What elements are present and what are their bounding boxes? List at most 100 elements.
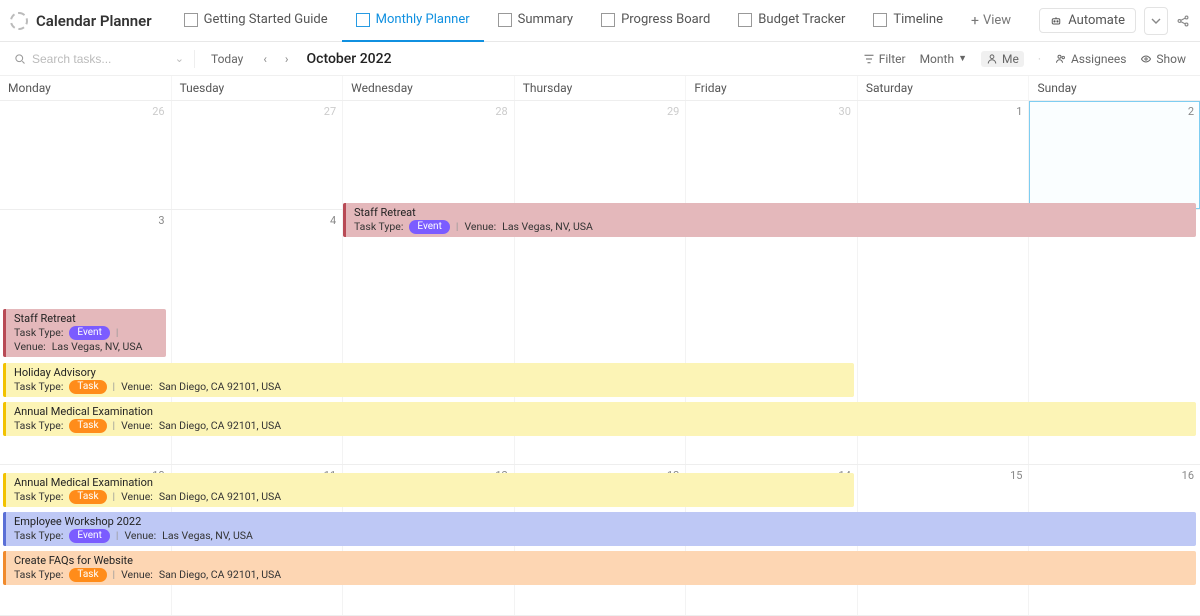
prev-month-button[interactable]: ‹ [259,52,271,66]
event-staff-retreat-cont[interactable]: Staff Retreat Task Type: Event | Venue: … [3,309,166,357]
type-badge: Task [69,490,106,505]
page-title: Calendar Planner [36,12,152,30]
event-annual-medical[interactable]: Annual Medical Examination Task Type: Ta… [3,402,1196,436]
venue-value: San Diego, CA 92101, USA [159,419,281,432]
day-cell-today[interactable]: 2 [1029,101,1200,209]
venue-label: Venue: [124,529,156,542]
topbar-right: Automate [1039,7,1190,35]
type-label: Task Type: [14,568,63,581]
tab-label: Budget Tracker [758,12,845,27]
day-cell[interactable]: 27 [172,101,344,209]
week-row: 26 27 28 29 30 1 2 [0,101,1200,210]
type-label: Task Type: [14,529,63,542]
range-selector[interactable]: Month ▼ [920,52,967,66]
separator: | [113,419,116,432]
board-icon [601,13,615,27]
toolbar-right: Filter Month ▼ Me · Assignees Show [863,51,1186,67]
dayname-mon: Monday [0,76,172,100]
topbar-more-button[interactable] [1144,7,1168,35]
toolbar: ⌄ Today ‹ › October 2022 Filter Month ▼ … [0,42,1200,76]
filter-button[interactable]: Filter [863,52,906,66]
tab-summary[interactable]: Summary [484,0,587,42]
eye-icon [1140,53,1152,65]
search-input[interactable] [32,52,132,66]
timeline-icon [873,13,887,27]
venue-label: Venue: [121,568,153,581]
day-number: 26 [152,105,164,118]
event-employee-workshop[interactable]: Employee Workshop 2022 Task Type: Event … [3,512,1196,546]
day-number: 29 [667,105,679,118]
day-number: 16 [1182,469,1194,482]
day-cell[interactable]: 1 [858,101,1030,209]
doc-icon [184,13,198,27]
add-view-label: View [983,13,1011,28]
day-number: 28 [495,105,507,118]
divider [194,50,195,68]
day-cell[interactable]: 26 [0,101,172,209]
chevron-down-icon [1151,16,1161,26]
event-title: Create FAQs for Website [14,554,1190,568]
separator: | [456,220,459,233]
me-filter[interactable]: Me [981,51,1024,67]
dayname-wed: Wednesday [343,76,515,100]
tab-label: Timeline [893,12,943,27]
type-label: Task Type: [14,490,63,503]
share-icon[interactable] [1176,14,1190,28]
event-holiday-advisory[interactable]: Holiday Advisory Task Type: Task | Venue… [3,363,854,397]
tab-timeline[interactable]: Timeline [859,0,957,42]
topbar: Calendar Planner Getting Started Guide M… [0,0,1200,42]
tab-label: Getting Started Guide [204,12,328,27]
event-title: Employee Workshop 2022 [14,515,1190,529]
type-label: Task Type: [354,220,403,233]
event-staff-retreat[interactable]: Staff Retreat Task Type: Event | Venue: … [343,203,1196,237]
table-icon [738,13,752,27]
tab-progress-board[interactable]: Progress Board [587,0,724,42]
day-number: 27 [324,105,336,118]
chevron-down-icon[interactable]: ⌄ [175,52,184,65]
venue-value: Las Vegas, NV, USA [162,529,253,542]
chevron-down-icon: ▼ [958,53,967,64]
day-cell[interactable]: 29 [515,101,687,209]
range-label: Month [920,52,954,66]
dayname-sat: Saturday [858,76,1030,100]
type-badge: Event [69,529,109,544]
day-cell[interactable]: 28 [343,101,515,209]
event-create-faqs[interactable]: Create FAQs for Website Task Type: Task … [3,551,1196,585]
type-label: Task Type: [14,380,63,393]
venue-label: Venue: [464,220,496,233]
next-month-button[interactable]: › [281,52,293,66]
day-number: 1 [1016,105,1022,118]
month-label: October 2022 [307,51,392,67]
tab-monthly-planner[interactable]: Monthly Planner [342,0,484,42]
topbar-left: Calendar Planner [10,12,170,30]
event-annual-medical-cont[interactable]: Annual Medical Examination Task Type: Ta… [3,473,854,507]
app-icon [10,12,28,30]
tab-label: Summary [518,12,573,27]
event-title: Staff Retreat [14,312,160,326]
tab-budget-tracker[interactable]: Budget Tracker [724,0,859,42]
automate-button[interactable]: Automate [1039,8,1136,33]
dot-separator: · [1038,52,1041,66]
tab-getting-started[interactable]: Getting Started Guide [170,0,342,42]
add-view-button[interactable]: + View [957,0,1025,42]
event-title: Staff Retreat [354,206,1190,220]
venue-label: Venue: [121,380,153,393]
type-label: Task Type: [14,326,63,339]
day-number: 30 [839,105,851,118]
event-meta-line2: Venue: Las Vegas, NV, USA [14,340,160,353]
event-meta: Task Type: Event | [14,326,160,341]
today-button[interactable]: Today [205,50,249,68]
separator: | [113,568,116,581]
filter-icon [863,53,875,65]
type-badge: Task [69,419,106,434]
type-badge: Event [69,326,109,341]
show-button[interactable]: Show [1140,52,1186,66]
type-badge: Task [69,380,106,395]
dayname-tue: Tuesday [172,76,344,100]
dayname-sun: Sunday [1029,76,1200,100]
venue-value: San Diego, CA 92101, USA [159,380,281,393]
day-cell[interactable]: 30 [686,101,858,209]
venue-label: Venue: [14,340,46,353]
assignees-button[interactable]: Assignees [1055,52,1126,66]
tab-label: Monthly Planner [376,12,470,27]
